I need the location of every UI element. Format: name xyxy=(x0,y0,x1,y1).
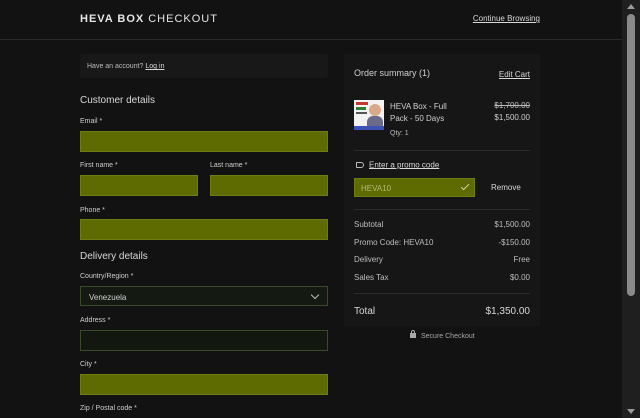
summary-row-value: $0.00 xyxy=(509,273,530,282)
promo-code-field[interactable]: HEVA10 xyxy=(354,178,475,197)
city-input[interactable] xyxy=(81,376,327,395)
address-label: Address * xyxy=(80,317,111,324)
divider xyxy=(354,209,530,210)
promo-code-link[interactable]: Enter a promo code xyxy=(356,160,439,169)
brand-logo[interactable]: HEVA BOX CHECKOUT xyxy=(80,13,218,25)
customer-details-title: Customer details xyxy=(80,95,156,106)
zip-label: Zip / Postal code * xyxy=(80,405,137,412)
order-summary-panel: Order summary (1) Edit Cart HEVA Box - F… xyxy=(344,54,540,326)
phone-field[interactable] xyxy=(80,219,328,240)
secure-checkout-label: Secure Checkout xyxy=(421,333,475,340)
summary-row-label: Promo Code: HEVA10 xyxy=(354,238,434,247)
chevron-down-icon xyxy=(310,290,320,300)
check-icon xyxy=(460,181,470,191)
promo-code-value: HEVA10 xyxy=(361,184,392,193)
email-field[interactable] xyxy=(80,131,328,152)
brand-name: HEVA BOX xyxy=(80,13,145,25)
promo-code-link-label: Enter a promo code xyxy=(369,160,440,170)
order-summary-title: Order summary (1) xyxy=(354,68,431,78)
phone-input[interactable] xyxy=(81,221,327,240)
product-name: HEVA Box - Full Pack - 50 Days xyxy=(390,102,447,123)
continue-browsing-link[interactable]: Continue Browsing xyxy=(473,14,540,23)
country-label: Country/Region * xyxy=(80,273,134,280)
edit-cart-link[interactable]: Edit Cart xyxy=(499,70,530,79)
product-qty: Qty: 1 xyxy=(390,130,409,137)
login-prompt-box: Have an account? Log in xyxy=(80,54,328,78)
summary-row-label: Sales Tax xyxy=(354,273,389,282)
last-name-field[interactable] xyxy=(210,175,328,196)
summary-row-value: $1,500.00 xyxy=(494,220,530,229)
tag-icon xyxy=(356,161,364,168)
email-label: Email * xyxy=(80,118,103,125)
login-link[interactable]: Log in xyxy=(145,63,164,70)
total-label: Total xyxy=(354,306,376,317)
first-name-input[interactable] xyxy=(81,177,197,196)
total-value: $1,350.00 xyxy=(485,306,531,317)
country-select[interactable]: Venezuela xyxy=(80,286,328,306)
scroll-down-icon[interactable] xyxy=(627,409,635,414)
city-label: City * xyxy=(80,361,97,368)
scrollbar[interactable] xyxy=(622,0,640,418)
first-name-label: First name * xyxy=(80,162,118,169)
scroll-thumb[interactable] xyxy=(627,14,635,296)
summary-row-value: Free xyxy=(513,255,530,264)
summary-row-label: Delivery xyxy=(354,255,383,264)
login-prompt: Have an account? Log in xyxy=(87,63,164,70)
last-name-input[interactable] xyxy=(211,177,327,196)
product-price-original: $1,700.00 xyxy=(494,101,530,110)
header: HEVA BOX CHECKOUT Continue Browsing xyxy=(0,0,622,40)
secure-checkout: Secure Checkout xyxy=(410,329,475,340)
phone-label: Phone * xyxy=(80,207,105,214)
remove-promo-button[interactable]: Remove xyxy=(491,183,521,192)
product-thumbnail xyxy=(354,100,384,130)
scroll-up-icon[interactable] xyxy=(627,4,635,9)
first-name-field[interactable] xyxy=(80,175,198,196)
summary-row-label: Subtotal xyxy=(354,220,384,229)
summary-row-value: -$150.00 xyxy=(498,238,530,247)
address-field[interactable] xyxy=(80,330,328,351)
address-input[interactable] xyxy=(81,332,327,351)
divider xyxy=(354,293,530,294)
brand-subtitle: CHECKOUT xyxy=(148,13,218,25)
city-field[interactable] xyxy=(80,374,328,395)
country-value: Venezuela xyxy=(89,293,127,302)
last-name-label: Last name * xyxy=(210,162,248,169)
product-price-discounted: $1,500.00 xyxy=(494,113,530,122)
lock-icon xyxy=(410,329,416,338)
email-input[interactable] xyxy=(81,133,327,152)
login-prompt-text: Have an account? xyxy=(87,63,144,70)
delivery-details-title: Delivery details xyxy=(80,251,148,262)
divider xyxy=(354,150,530,151)
